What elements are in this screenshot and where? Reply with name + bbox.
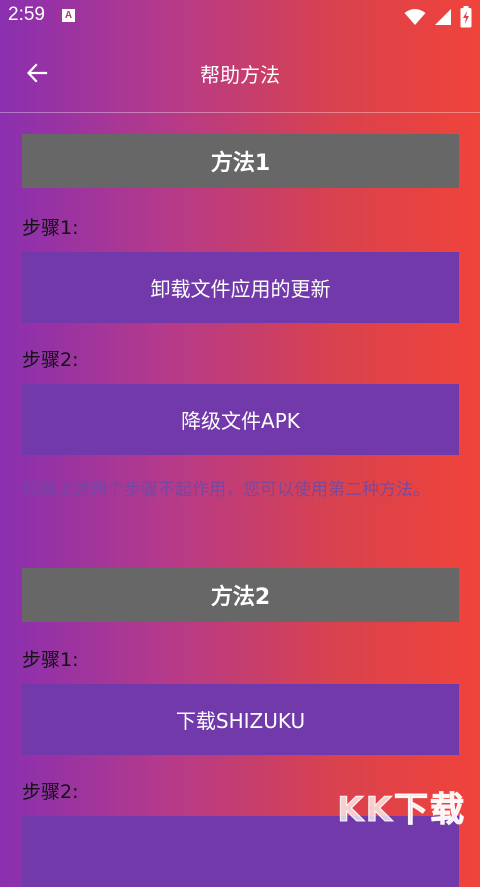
status-time: 2:59 [8, 4, 45, 25]
method-2-step-1-label: 步骤1: [22, 649, 79, 671]
wifi-icon [404, 9, 426, 25]
method-2-header: 方法2 [22, 568, 459, 622]
signal-icon [435, 9, 451, 25]
method-1-header: 方法1 [22, 134, 459, 188]
downgrade-files-apk-button[interactable]: 降级文件APK [22, 384, 459, 455]
page-title: 帮助方法 [200, 63, 280, 87]
app-bar: 帮助方法 [0, 34, 480, 113]
status-icons [404, 6, 472, 28]
status-bar: 2:59 A [0, 0, 480, 34]
help-content: 方法1 步骤1: 卸载文件应用的更新 步骤2: 降级文件APK 如果上述两个步骤… [22, 134, 459, 887]
download-shizuku-button[interactable]: 下载SHIZUKU [22, 684, 459, 755]
uninstall-files-update-button[interactable]: 卸载文件应用的更新 [22, 252, 459, 323]
method-1-step-1-label: 步骤1: [22, 217, 79, 239]
method-1-step-2-label: 步骤2: [22, 349, 79, 371]
method-1-note: 如果上述两个步骤不起作用，您可以使用第二种方法。 [22, 480, 430, 500]
battery-icon [460, 6, 472, 28]
notification-icon: A [62, 9, 75, 22]
watermark-logo: KK下载 [337, 790, 466, 831]
